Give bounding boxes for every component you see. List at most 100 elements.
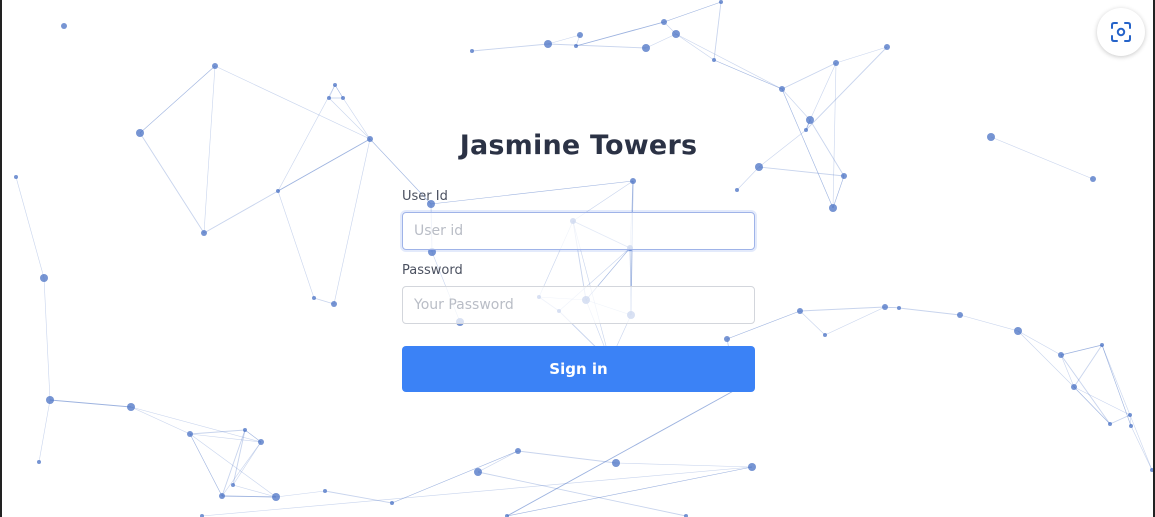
- network-link: [781, 88, 834, 209]
- network-node: [755, 163, 763, 171]
- network-link: [313, 297, 335, 305]
- network-link: [232, 429, 246, 486]
- network-node: [341, 96, 345, 100]
- network-node: [833, 60, 839, 66]
- password-input[interactable]: [402, 286, 755, 324]
- network-link: [781, 62, 837, 90]
- network-link: [799, 310, 826, 336]
- network-link: [517, 450, 617, 464]
- network-link: [832, 175, 845, 209]
- network-link: [214, 65, 371, 140]
- network-node: [779, 86, 785, 92]
- network-node: [957, 312, 963, 318]
- network-node: [712, 58, 716, 62]
- network-link: [675, 33, 783, 90]
- network-link: [713, 59, 783, 90]
- login-form: Jasmine Towers User Id Password Sign in: [402, 128, 755, 392]
- network-link: [547, 34, 581, 45]
- network-node: [390, 501, 394, 505]
- network-link: [645, 33, 677, 49]
- network-node: [323, 489, 327, 493]
- network-node: [1150, 468, 1153, 472]
- network-node: [127, 403, 135, 411]
- network-node: [829, 204, 837, 212]
- network-link: [221, 495, 277, 498]
- network-link: [43, 277, 51, 401]
- network-node: [1071, 384, 1077, 390]
- network-link: [139, 65, 216, 134]
- network-node: [612, 459, 620, 467]
- network-link: [277, 190, 315, 299]
- network-node: [515, 448, 521, 454]
- network-link: [713, 1, 722, 61]
- network-node: [544, 40, 552, 48]
- network-link: [1109, 414, 1131, 425]
- network-node: [61, 23, 67, 29]
- network-link: [809, 119, 845, 177]
- network-link: [1101, 344, 1132, 427]
- user-id-input[interactable]: [402, 212, 755, 250]
- password-label: Password: [402, 263, 463, 278]
- network-link: [1060, 354, 1111, 425]
- network-link: [189, 433, 262, 443]
- network-link: [130, 406, 262, 443]
- user-id-label: User Id: [402, 189, 448, 204]
- screen-capture-button[interactable]: [1097, 8, 1145, 56]
- network-link: [675, 33, 715, 61]
- network-node: [1129, 424, 1133, 428]
- network-node: [333, 83, 337, 87]
- network-link: [959, 314, 1019, 332]
- network-node: [231, 483, 235, 487]
- network-link: [898, 307, 961, 316]
- network-node: [748, 463, 756, 471]
- network-link: [832, 62, 837, 209]
- network-node: [470, 49, 474, 53]
- network-link: [203, 190, 279, 234]
- network-node: [823, 333, 827, 337]
- network-node: [327, 96, 331, 100]
- network-node: [474, 468, 482, 476]
- network-link: [799, 306, 886, 312]
- network-node: [574, 44, 578, 48]
- network-node: [46, 396, 54, 404]
- network-link: [139, 132, 205, 234]
- network-link: [471, 43, 549, 52]
- network-node: [1108, 422, 1112, 426]
- network-node: [212, 63, 218, 69]
- network-node: [1100, 343, 1104, 347]
- network-node: [841, 173, 847, 179]
- network-link: [1130, 425, 1153, 471]
- network-link: [1073, 386, 1131, 416]
- network-link: [663, 1, 722, 23]
- network-node: [243, 428, 247, 432]
- network-node: [897, 306, 901, 310]
- network-link: [38, 399, 51, 463]
- network-link: [203, 65, 216, 234]
- network-link: [1017, 330, 1062, 356]
- network-link: [477, 450, 519, 473]
- network-node: [719, 0, 723, 4]
- network-link: [575, 21, 665, 47]
- network-node: [331, 301, 337, 307]
- network-node: [882, 304, 888, 310]
- network-node: [1128, 413, 1132, 417]
- network-node: [367, 136, 373, 142]
- network-node: [797, 308, 803, 314]
- network-link: [333, 138, 371, 305]
- network-node: [37, 460, 41, 464]
- page-title: Jasmine Towers: [459, 130, 698, 161]
- network-node: [1058, 352, 1064, 358]
- network-node: [258, 439, 264, 445]
- network-node: [577, 32, 583, 38]
- sign-in-button[interactable]: Sign in: [402, 346, 755, 392]
- network-node: [14, 175, 18, 179]
- network-link: [1073, 386, 1111, 425]
- network-link: [781, 88, 811, 121]
- network-link: [809, 62, 837, 121]
- network-link: [221, 441, 262, 497]
- network-node: [276, 189, 280, 193]
- network-node: [40, 274, 48, 282]
- network-link: [506, 388, 738, 517]
- network-link: [49, 399, 132, 408]
- network-link: [275, 490, 326, 498]
